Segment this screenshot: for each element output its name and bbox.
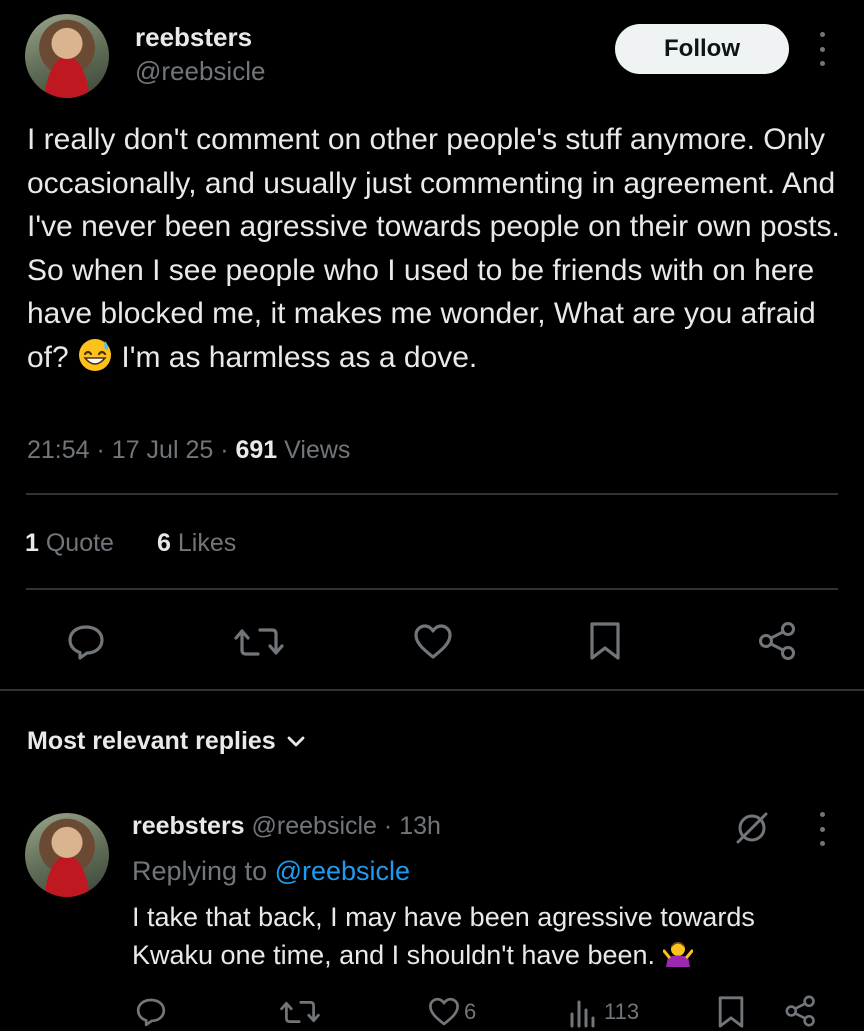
likes-count: 6: [157, 529, 171, 557]
views-count: 691: [235, 436, 278, 464]
person-shrugging-icon: [662, 942, 693, 967]
post-text: I really don't comment on other people's…: [27, 118, 847, 379]
reply-repost-button[interactable]: [280, 996, 320, 1028]
quotes-stat[interactable]: 1 Quote: [25, 529, 114, 558]
replying-to-label: Replying to: [132, 856, 268, 886]
replies-heading-label: Most relevant replies: [27, 727, 276, 755]
post-text-body: I really don't comment on other people's…: [27, 123, 849, 374]
reply-header: reebsters @reebsicle · 13h: [132, 812, 441, 841]
author-avatar[interactable]: [25, 14, 109, 98]
views-label: Views: [284, 436, 351, 464]
reply-views-button[interactable]: 113: [568, 996, 639, 1028]
replying-to-handle[interactable]: @reebsicle: [275, 856, 410, 886]
meta-separator: ·: [220, 436, 229, 464]
reply-more-options-icon[interactable]: [814, 812, 830, 846]
quotes-label: Quote: [45, 529, 114, 557]
post-detail-page: reebsters @reebsicle Follow I really don…: [0, 0, 864, 1031]
reply-author-handle[interactable]: @reebsicle: [252, 812, 377, 840]
bookmark-icon: [718, 996, 744, 1028]
author-handle[interactable]: @reebsicle: [135, 56, 265, 87]
more-options-icon[interactable]: [814, 32, 830, 66]
divider: [26, 588, 838, 590]
quotes-count: 1: [25, 529, 39, 557]
grinning-face-with-sweat-icon: [79, 338, 112, 371]
reply-share-button[interactable]: [784, 994, 818, 1028]
reply-icon: [136, 998, 166, 1027]
reply-reply-button[interactable]: [135, 996, 167, 1028]
divider: [0, 689, 864, 691]
divider: [26, 493, 838, 495]
grok-icon[interactable]: [733, 809, 771, 847]
reply-separator: ·: [383, 812, 393, 840]
author-display-name[interactable]: reebsters: [135, 22, 252, 53]
reply-author-name[interactable]: reebsters: [132, 812, 245, 840]
post-time: 21:54: [27, 436, 90, 464]
meta-separator: ·: [96, 436, 105, 464]
reply-author-avatar[interactable]: [25, 813, 109, 897]
reply-icon[interactable]: [66, 622, 106, 662]
reply-like-button[interactable]: 6: [428, 996, 476, 1028]
reply-like-count: 6: [464, 999, 477, 1024]
reply-bookmark-button[interactable]: [716, 994, 746, 1030]
share-icon[interactable]: [757, 620, 799, 662]
repost-icon: [280, 1001, 320, 1023]
share-icon: [785, 995, 815, 1027]
repost-icon[interactable]: [234, 622, 284, 662]
views-icon: [570, 1000, 595, 1028]
replies-sort-dropdown[interactable]: Most relevant replies: [27, 727, 306, 756]
post-text-tail: I'm as harmless as a dove.: [113, 340, 478, 374]
post-meta: 21:54 · 17 Jul 25 · 691 Views: [27, 436, 350, 465]
reply-views-count: 113: [604, 999, 640, 1024]
post-date: 17 Jul 25: [111, 436, 214, 464]
reply-text: I take that back, I may have been agress…: [132, 898, 832, 974]
reply-time[interactable]: 13h: [399, 812, 441, 840]
chevron-down-icon: [287, 736, 305, 746]
like-icon: [429, 997, 459, 1026]
bookmark-icon[interactable]: [587, 620, 623, 662]
likes-label: Likes: [177, 529, 237, 557]
replying-to: Replying to @reebsicle: [132, 856, 410, 887]
follow-button[interactable]: Follow: [615, 24, 789, 74]
like-icon[interactable]: [413, 622, 453, 662]
likes-stat[interactable]: 6 Likes: [157, 529, 236, 558]
